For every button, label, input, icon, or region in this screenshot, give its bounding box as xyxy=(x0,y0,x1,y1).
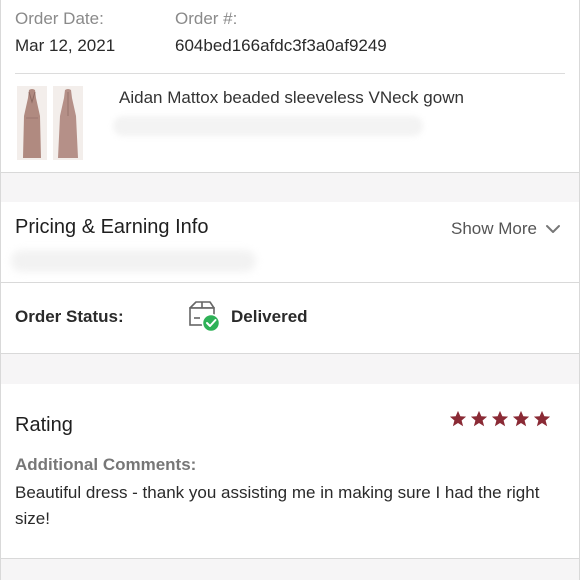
order-status-label: Order Status: xyxy=(15,307,124,326)
order-number-block: Order #: 604bed166afdc3f3a0af9249 xyxy=(175,8,387,60)
section-gap xyxy=(1,559,579,580)
rating-title: Rating xyxy=(15,414,73,436)
section-gap xyxy=(1,173,579,202)
order-number-value: 604bed166afdc3f3a0af9249 xyxy=(175,36,387,55)
star-icon xyxy=(470,410,488,427)
rating-section: Rating Additional Comments: Beautiful dr… xyxy=(1,384,579,558)
star-icon xyxy=(533,410,551,427)
order-detail-page: Order Date: Mar 12, 2021 Order #: 604bed… xyxy=(0,0,580,580)
delivered-box-check-icon xyxy=(189,301,221,333)
star-icon xyxy=(449,410,467,427)
product-thumbnail-back[interactable] xyxy=(53,86,83,160)
star-rating xyxy=(449,410,551,428)
redacted-area xyxy=(11,250,256,272)
pricing-section: Pricing & Earning Info Show More xyxy=(1,202,579,282)
show-more-label: Show More xyxy=(451,219,537,238)
order-meta: Order Date: Mar 12, 2021 Order #: 604bed… xyxy=(1,0,579,62)
product-name[interactable]: Aidan Mattox beaded sleeveless VNeck gow… xyxy=(119,88,464,108)
section-gap xyxy=(1,354,579,384)
product-thumbnail-front[interactable] xyxy=(17,86,47,160)
order-date-label: Order Date: xyxy=(15,9,104,28)
redacted-area xyxy=(113,116,423,136)
show-more-button[interactable]: Show More xyxy=(451,219,561,239)
order-number-label: Order #: xyxy=(175,9,238,28)
additional-comments-label: Additional Comments: xyxy=(15,455,197,474)
order-status-value: Delivered xyxy=(231,307,308,326)
pricing-title: Pricing & Earning Info xyxy=(15,216,209,238)
product-row[interactable]: Aidan Mattox beaded sleeveless VNeck gow… xyxy=(1,74,579,172)
star-icon xyxy=(491,410,509,427)
order-date-value: Mar 12, 2021 xyxy=(15,36,116,55)
star-icon xyxy=(512,410,530,427)
order-date-block: Order Date: Mar 12, 2021 xyxy=(15,8,115,60)
order-status-row: Order Status: Delivered xyxy=(1,283,579,353)
chevron-down-icon xyxy=(546,225,560,233)
additional-comments-text: Beautiful dress - thank you assisting me… xyxy=(15,483,540,528)
